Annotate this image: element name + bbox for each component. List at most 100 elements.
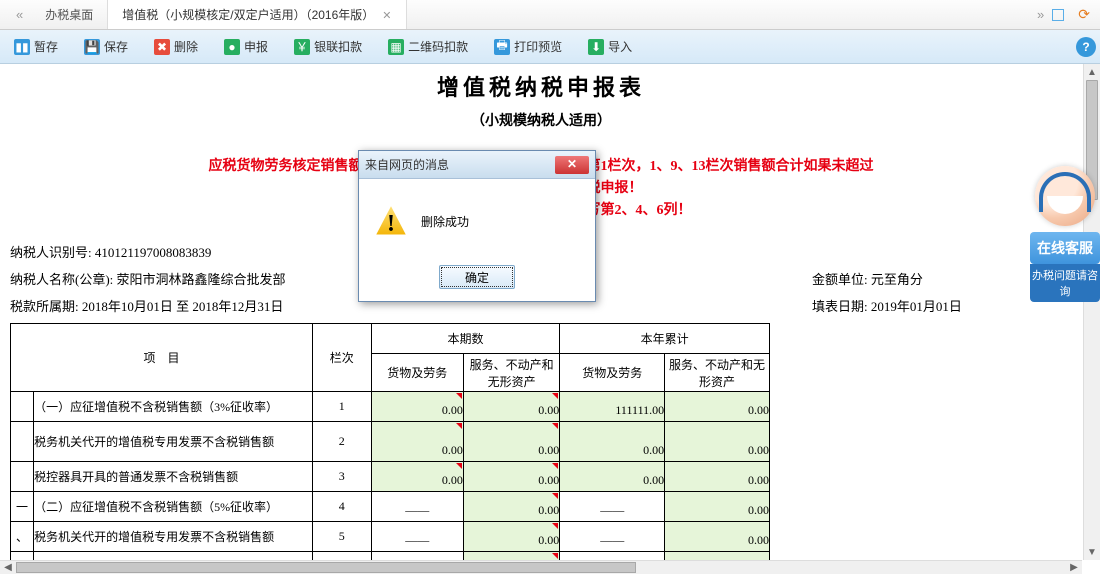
cell-marker-icon: [552, 553, 558, 559]
window-maximize-icon[interactable]: [1052, 9, 1064, 21]
data-cell: ——: [560, 522, 665, 552]
qr-icon: ▦: [388, 39, 404, 55]
customer-service-widget[interactable]: 在线客服 办税问题请咨询: [1030, 166, 1100, 302]
scroll-down-arrow[interactable]: ▼: [1084, 544, 1100, 560]
data-cell[interactable]: 0.00: [463, 552, 559, 561]
save-button[interactable]: 💾保存: [78, 35, 134, 58]
declare-button[interactable]: ●申报: [218, 35, 274, 58]
tax-form-table: 项 目 栏次 本期数 本年累计 货物及劳务 服务、不动产和无形资产 货物及劳务 …: [10, 323, 770, 560]
scroll-left-arrow[interactable]: ◀: [0, 561, 16, 574]
scroll-right-arrow[interactable]: ▶: [1066, 561, 1082, 574]
data-cell[interactable]: 0.00: [560, 422, 665, 462]
content-area: 增值税纳税申报表 （小规模纳税人适用） 应税货物劳务核定销售额未达起征点，系统自…: [0, 64, 1082, 560]
unionpay-button[interactable]: ￥银联扣款: [288, 35, 368, 58]
row-side: [11, 422, 34, 462]
data-cell[interactable]: 0.00: [665, 462, 770, 492]
save-icon: 💾: [84, 39, 100, 55]
import-button[interactable]: ⬇导入: [582, 35, 638, 58]
pause-icon: ▮▮: [14, 39, 30, 55]
table-row: 、税务机关代开的增值税专用发票不含税销售额5——0.00——0.00: [11, 522, 770, 552]
pause-button[interactable]: ▮▮暂存: [8, 35, 64, 58]
data-cell[interactable]: 0.00: [463, 462, 559, 492]
data-cell[interactable]: 0.00: [665, 552, 770, 561]
row-side: 、: [11, 522, 34, 552]
data-cell[interactable]: 0.00: [463, 392, 559, 422]
taxpayer-id: 410121197008083839: [95, 245, 212, 260]
tabs-scroll-left[interactable]: «: [8, 7, 31, 22]
scroll-up-arrow[interactable]: ▲: [1084, 64, 1100, 80]
tab-vat-2016[interactable]: 增值税（小规模核定/双定户适用）（2016年版）✕: [108, 0, 406, 29]
horizontal-scroll-thumb[interactable]: [16, 562, 636, 573]
print-preview-button[interactable]: 🖶打印预览: [488, 35, 568, 58]
data-cell[interactable]: 0.00: [665, 422, 770, 462]
row-lc: 1: [312, 392, 371, 422]
data-cell[interactable]: 0.00: [463, 422, 559, 462]
tab-desktop[interactable]: 办税桌面: [31, 0, 108, 29]
cell-marker-icon: [552, 463, 558, 469]
data-cell[interactable]: 0.00: [371, 462, 463, 492]
data-cell[interactable]: 0.00: [665, 522, 770, 552]
data-cell[interactable]: 111111.00: [560, 392, 665, 422]
cell-marker-icon: [552, 493, 558, 499]
row-label: 税务机关代开的增值税专用发票不含税销售额: [34, 422, 313, 462]
table-row: 税务机关代开的增值税专用发票不含税销售额20.000.000.000.00: [11, 422, 770, 462]
table-row: 一（二）应征增值税不含税销售额（5%征收率）4——0.00——0.00: [11, 492, 770, 522]
report-title: 增值税纳税申报表: [10, 70, 1072, 102]
data-cell[interactable]: 0.00: [371, 392, 463, 422]
row-label: 税控器具开具的普通发票不含税销售额: [34, 462, 313, 492]
tabs-scroll-right[interactable]: »: [1029, 7, 1052, 22]
service-avatar-icon: [1035, 166, 1095, 226]
taxpayer-name: 荥阳市洞林路鑫隆综合批发部: [117, 272, 286, 287]
row-lc: 3: [312, 462, 371, 492]
qrpay-button[interactable]: ▦二维码扣款: [382, 35, 474, 58]
warning-icon: !: [375, 205, 407, 237]
row-label: （二）应征增值税不含税销售额（5%征收率）: [34, 492, 313, 522]
data-cell[interactable]: 0.00: [665, 392, 770, 422]
table-row: 税控器具开具的普通发票不含税销售额30.000.000.000.00: [11, 462, 770, 492]
data-cell[interactable]: 0.00: [463, 522, 559, 552]
row-side: [11, 392, 34, 422]
data-cell[interactable]: 0.00: [463, 492, 559, 522]
data-cell: ——: [371, 492, 463, 522]
row-side: [11, 462, 34, 492]
data-cell: ——: [560, 492, 665, 522]
row-lc: 6: [312, 552, 371, 561]
row-lc: 5: [312, 522, 371, 552]
data-cell: ——: [560, 552, 665, 561]
cell-marker-icon: [552, 423, 558, 429]
data-cell[interactable]: 0.00: [560, 462, 665, 492]
help-icon[interactable]: ?: [1076, 37, 1096, 57]
data-cell[interactable]: 0.00: [371, 422, 463, 462]
cell-marker-icon: [552, 393, 558, 399]
col-lc: 栏次: [312, 324, 371, 392]
delete-icon: ✖: [154, 39, 170, 55]
delete-button[interactable]: ✖删除: [148, 35, 204, 58]
table-row: （一）应征增值税不含税销售额（3%征收率）10.000.00111111.000…: [11, 392, 770, 422]
row-lc: 4: [312, 492, 371, 522]
cell-marker-icon: [552, 523, 558, 529]
data-cell[interactable]: 0.00: [665, 492, 770, 522]
cell-marker-icon: [456, 423, 462, 429]
horizontal-scrollbar[interactable]: ◀ ▶: [0, 560, 1082, 574]
cell-marker-icon: [456, 393, 462, 399]
data-cell: ——: [371, 552, 463, 561]
row-label: （一）应征增值税不含税销售额（3%征收率）: [34, 392, 313, 422]
table-row: 计税控器具开具的普通发票不含税销售额6——0.00——0.00: [11, 552, 770, 561]
row-lc: 2: [312, 422, 371, 462]
refresh-icon[interactable]: ⟳: [1078, 6, 1090, 23]
tax-period: 2018年10月01日 至 2018年12月31日: [82, 299, 284, 314]
import-icon: ⬇: [588, 39, 604, 55]
vertical-scrollbar[interactable]: ▲ ▼: [1083, 64, 1100, 560]
unionpay-icon: ￥: [294, 39, 310, 55]
dialog-title: 来自网页的消息: [365, 156, 555, 173]
report-subtitle: （小规模纳税人适用）: [10, 110, 1072, 130]
row-side: 一: [11, 492, 34, 522]
dialog-message: 删除成功: [421, 213, 469, 230]
row-label: 税控器具开具的普通发票不含税销售额: [34, 552, 313, 561]
fill-date: 2019年01月01日: [871, 299, 962, 314]
tab-close-icon[interactable]: ✕: [382, 10, 391, 22]
dialog-ok-button[interactable]: 确定: [439, 265, 515, 289]
dialog-close-icon[interactable]: ✕: [555, 156, 589, 174]
cell-marker-icon: [456, 463, 462, 469]
declare-icon: ●: [224, 39, 240, 55]
